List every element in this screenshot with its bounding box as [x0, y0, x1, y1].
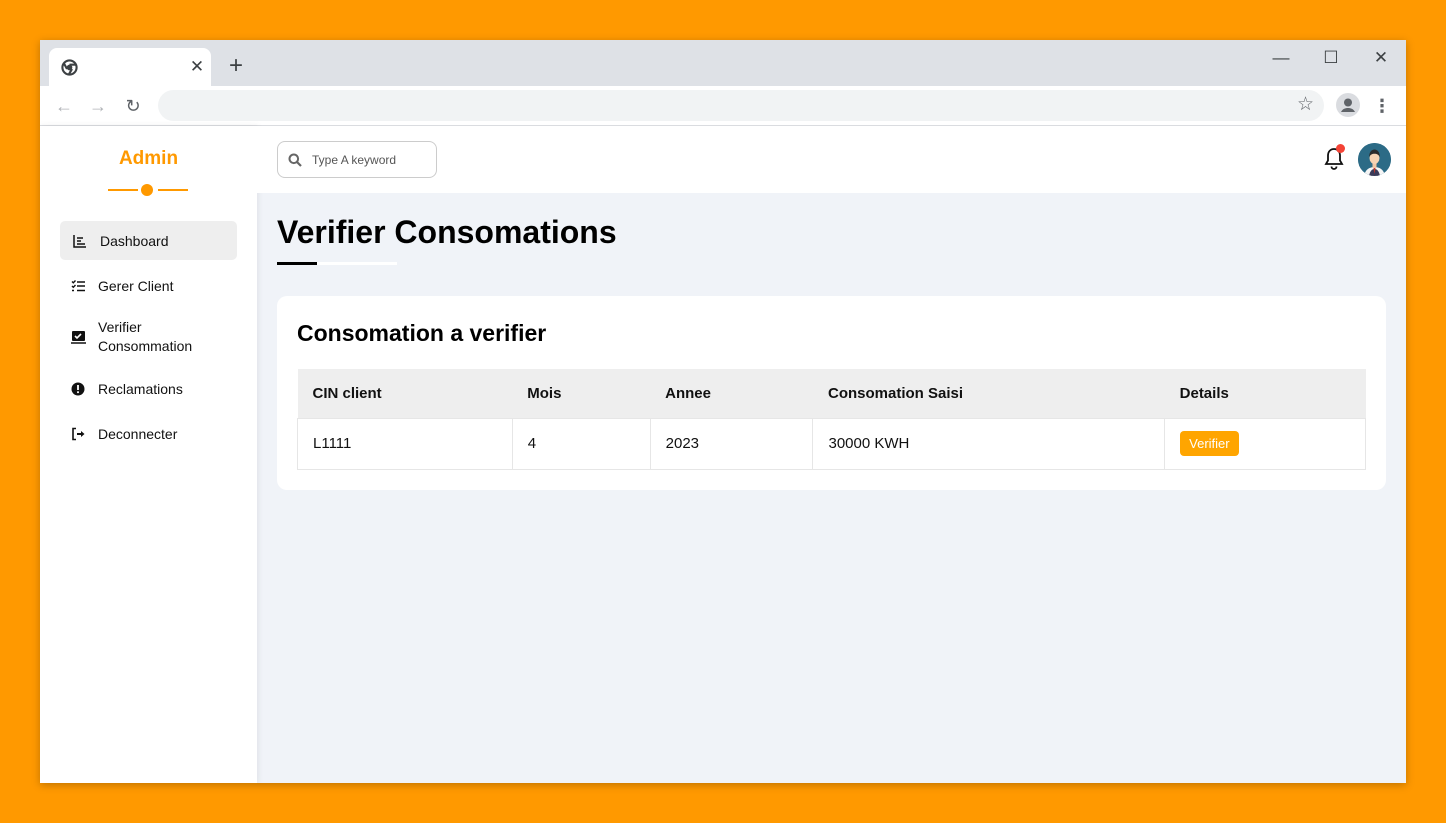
page-title: Verifier Consomations [277, 214, 617, 250]
user-avatar-icon [1358, 143, 1391, 176]
tab-strip: ✕ + — ☐ ✕ [40, 40, 1406, 86]
close-window-button[interactable]: ✕ [1366, 46, 1396, 70]
sign-out-icon [70, 426, 86, 442]
title-underline [277, 262, 397, 265]
address-bar[interactable]: ☆ [158, 90, 1324, 121]
column-header-annee: Annee [665, 384, 711, 402]
consommation-card: Consomation a verifier CIN client Mois A… [277, 296, 1386, 490]
table-row: L1111 4 2023 30000 KWH Verifier [297, 417, 1366, 470]
notification-bell[interactable] [1323, 144, 1347, 173]
minimize-button[interactable]: — [1266, 46, 1296, 70]
table-header-row: CIN client Mois Annee Consomation Saisi … [297, 369, 1366, 418]
consommation-table: CIN client Mois Annee Consomation Saisi … [297, 369, 1366, 470]
browser-tab[interactable]: ✕ [49, 48, 211, 86]
notification-badge [1336, 144, 1345, 153]
brand-title: Admin [118, 148, 179, 169]
cell-mois: 4 [511, 417, 651, 470]
search-box [277, 141, 437, 178]
tab-close-icon[interactable]: ✕ [187, 57, 207, 77]
sidebar: Admin Dashboard Gerer Client Verifier Co… [40, 126, 257, 783]
cell-consomation: 30000 KWH [812, 417, 1166, 470]
search-input[interactable] [312, 150, 430, 170]
sidebar-item-verifier-consommation[interactable]: Verifier Consommation [60, 311, 237, 363]
top-header [257, 126, 1406, 193]
browser-toolbar: ← → ↻ ☆ ⋮ [40, 86, 1406, 126]
sidebar-item-label: Dashboard [100, 232, 169, 249]
forward-button[interactable]: → [85, 93, 111, 119]
sidebar-item-dashboard[interactable]: Dashboard [60, 221, 237, 260]
list-check-icon [70, 278, 86, 294]
verifier-button[interactable]: Verifier [1180, 431, 1239, 456]
column-header-cin: CIN client [312, 384, 382, 402]
web-page: Admin Dashboard Gerer Client Verifier Co… [40, 126, 1406, 783]
sidebar-item-label: Deconnecter [98, 425, 178, 442]
sidebar-item-gerer-client[interactable]: Gerer Client [60, 266, 237, 305]
reload-button[interactable]: ↻ [120, 93, 146, 119]
card-title: Consomation a verifier [297, 320, 547, 346]
sidebar-item-label: Gerer Client [98, 277, 174, 294]
person-icon [1341, 98, 1355, 112]
avatar[interactable] [1358, 143, 1391, 176]
browser-window: ✕ + — ☐ ✕ ← → ↻ ☆ ⋮ Admin Dashboard Gere… [40, 40, 1406, 783]
brand-decoration [108, 183, 188, 197]
back-button[interactable]: ← [51, 93, 77, 119]
sidebar-item-reclamations[interactable]: Reclamations [60, 369, 237, 408]
new-tab-button[interactable]: + [224, 54, 248, 79]
checkbox-icon [70, 329, 86, 345]
column-header-mois: Mois [527, 384, 562, 402]
exclamation-circle-icon [70, 381, 86, 397]
sidebar-item-deconnecter[interactable]: Deconnecter [60, 414, 237, 453]
chrome-icon [61, 59, 78, 76]
chart-bar-icon [72, 233, 88, 249]
sidebar-item-label: Reclamations [98, 380, 183, 397]
bookmark-star-icon[interactable]: ☆ [1297, 94, 1314, 116]
maximize-button[interactable]: ☐ [1316, 46, 1346, 70]
profile-icon[interactable] [1336, 93, 1360, 117]
sidebar-item-label: Verifier Consommation [98, 319, 193, 354]
search-icon [288, 153, 302, 167]
cell-annee: 2023 [649, 417, 814, 470]
column-header-details: Details [1179, 384, 1229, 402]
browser-menu-icon[interactable]: ⋮ [1370, 92, 1394, 120]
cell-cin: L1111 [297, 417, 513, 470]
column-header-consomation: Consomation Saisi [827, 384, 964, 402]
cell-details: Verifier [1164, 417, 1366, 470]
sidebar-nav: Dashboard Gerer Client Verifier Consomma… [60, 221, 237, 459]
